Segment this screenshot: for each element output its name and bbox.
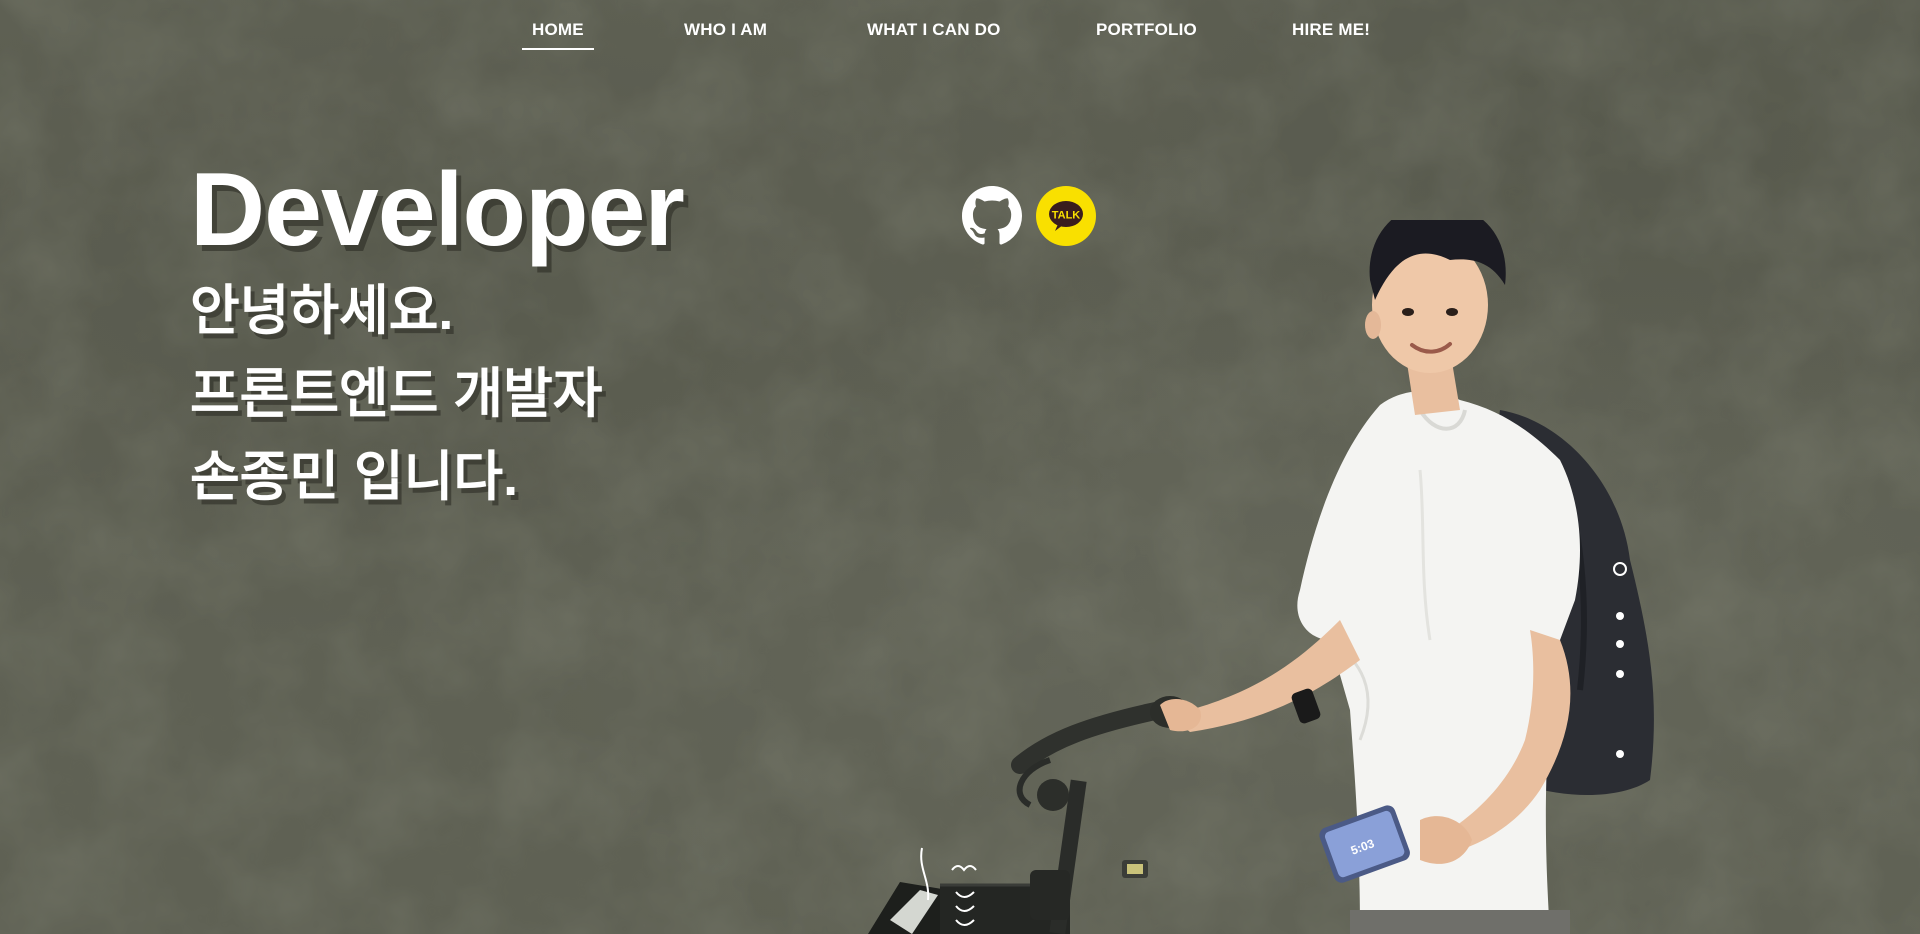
- profile-photo: 5:03: [868, 220, 1654, 934]
- main-nav: HOME WHO I AM WHAT I CAN DO PORTFOLIO HI…: [0, 0, 1920, 60]
- nav-item-who-i-am[interactable]: WHO I AM: [684, 20, 767, 40]
- nav-item-home[interactable]: HOME: [522, 20, 594, 50]
- section-dots: [1612, 562, 1628, 762]
- hero-role: 프론트엔드 개발자: [190, 364, 603, 424]
- hero-name: 손종민 입니다.: [190, 447, 519, 507]
- section-dot-5[interactable]: [1616, 750, 1624, 758]
- section-dot-4[interactable]: [1616, 670, 1624, 678]
- nav-item-portfolio[interactable]: PORTFOLIO: [1096, 20, 1197, 40]
- hero-title: Developer: [190, 152, 685, 268]
- page: HOME WHO I AM WHAT I CAN DO PORTFOLIO HI…: [0, 0, 1920, 934]
- nav-item-what-i-can-do[interactable]: WHAT I CAN DO: [867, 20, 1001, 40]
- nav-item-hire-me[interactable]: HIRE ME!: [1292, 20, 1370, 40]
- hero-greeting: 안녕하세요.: [190, 281, 454, 341]
- section-dot-1[interactable]: [1613, 562, 1627, 576]
- section-dot-2[interactable]: [1616, 612, 1624, 620]
- scooter-handlebar: [1011, 696, 1190, 934]
- person: 5:03: [1160, 220, 1580, 934]
- section-dot-3[interactable]: [1616, 640, 1624, 648]
